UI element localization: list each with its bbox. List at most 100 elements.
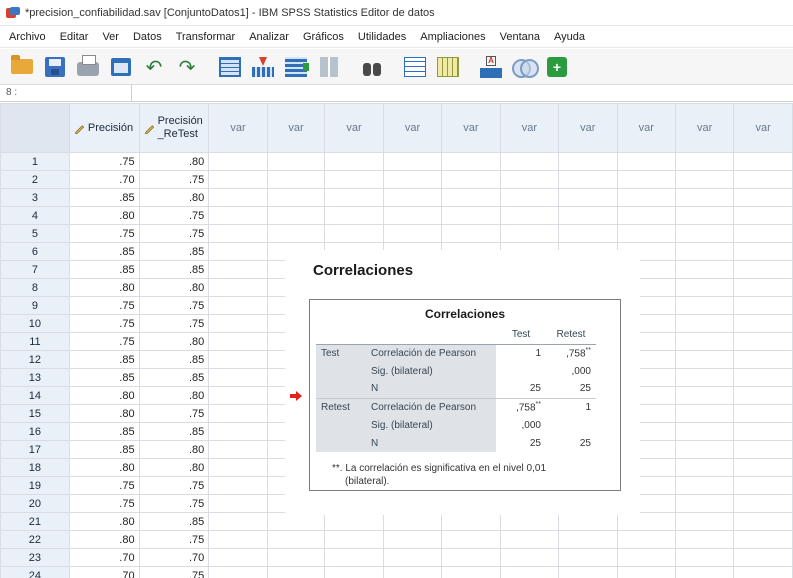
cell-empty[interactable]: [674, 260, 735, 279]
cell-precision[interactable]: .75: [68, 224, 140, 243]
cell-empty[interactable]: [324, 548, 384, 567]
cell-empty[interactable]: [441, 512, 501, 531]
cell-empty[interactable]: [733, 476, 793, 495]
cell-precision-retest[interactable]: .85: [138, 512, 210, 531]
cell-empty[interactable]: [674, 386, 735, 405]
cell-empty[interactable]: [674, 332, 735, 351]
cell-empty[interactable]: [674, 296, 735, 315]
row-number[interactable]: 10: [0, 314, 70, 333]
cell-precision-retest[interactable]: .75: [138, 206, 210, 225]
save-button[interactable]: [41, 53, 69, 81]
cell-precision[interactable]: .85: [68, 242, 140, 261]
cell-empty[interactable]: [382, 548, 443, 567]
cell-empty[interactable]: [382, 152, 443, 171]
cell-empty[interactable]: [733, 512, 793, 531]
add-button[interactable]: +: [543, 53, 571, 81]
cell-empty[interactable]: [266, 548, 326, 567]
cell-empty[interactable]: [499, 548, 560, 567]
row-number[interactable]: 3: [0, 188, 70, 207]
cell-empty[interactable]: [616, 224, 676, 243]
cell-empty[interactable]: [674, 350, 735, 369]
goto-case-button[interactable]: [216, 53, 244, 81]
cell-empty[interactable]: [382, 206, 443, 225]
row-number[interactable]: 16: [0, 422, 70, 441]
column-header-var[interactable]: var: [733, 103, 793, 153]
cell-empty[interactable]: [208, 386, 268, 405]
cell-empty[interactable]: [674, 512, 735, 531]
row-number[interactable]: 19: [0, 476, 70, 495]
cell-empty[interactable]: [558, 224, 618, 243]
cell-empty[interactable]: [674, 188, 735, 207]
cell-empty[interactable]: [382, 566, 443, 578]
cell-empty[interactable]: [208, 548, 268, 567]
cell-precision[interactable]: .85: [68, 350, 140, 369]
cell-empty[interactable]: [208, 224, 268, 243]
cell-empty[interactable]: [558, 530, 618, 549]
cell-precision-retest[interactable]: .75: [138, 314, 210, 333]
column-header-precision[interactable]: Precisión: [68, 103, 140, 153]
cell-precision-retest[interactable]: .80: [138, 332, 210, 351]
cell-empty[interactable]: [674, 242, 735, 261]
column-header-var[interactable]: var: [208, 103, 268, 153]
cell-empty[interactable]: [674, 494, 735, 513]
cell-empty[interactable]: [674, 278, 735, 297]
cell-empty[interactable]: [616, 206, 676, 225]
column-header-var[interactable]: var: [499, 103, 560, 153]
cell-empty[interactable]: [733, 332, 793, 351]
cell-empty[interactable]: [674, 476, 735, 495]
row-number[interactable]: 15: [0, 404, 70, 423]
cell-empty[interactable]: [208, 170, 268, 189]
grid-button[interactable]: [434, 53, 462, 81]
row-number[interactable]: 24: [0, 566, 70, 578]
cell-empty[interactable]: [674, 368, 735, 387]
cell-empty[interactable]: [208, 260, 268, 279]
cell-empty[interactable]: [733, 404, 793, 423]
cell-empty[interactable]: [324, 530, 384, 549]
cell-empty[interactable]: [733, 278, 793, 297]
cell-empty[interactable]: [733, 152, 793, 171]
cell-precision[interactable]: .80: [68, 206, 140, 225]
cell-empty[interactable]: [733, 548, 793, 567]
value-labels-button[interactable]: A: [477, 53, 505, 81]
row-number[interactable]: 17: [0, 440, 70, 459]
cell-empty[interactable]: [208, 368, 268, 387]
cell-empty[interactable]: [208, 278, 268, 297]
cell-precision[interactable]: .85: [68, 368, 140, 387]
cell-empty[interactable]: [441, 224, 501, 243]
use-sets-button[interactable]: [510, 53, 539, 81]
cell-empty[interactable]: [266, 206, 326, 225]
cell-precision-retest[interactable]: .75: [138, 494, 210, 513]
cell-precision-retest[interactable]: .80: [138, 440, 210, 459]
cell-precision-retest[interactable]: .75: [138, 476, 210, 495]
cell-precision[interactable]: .80: [68, 278, 140, 297]
row-number[interactable]: 13: [0, 368, 70, 387]
cell-empty[interactable]: [441, 188, 501, 207]
cell-empty[interactable]: [674, 566, 735, 578]
column-header-var[interactable]: var: [441, 103, 501, 153]
cell-empty[interactable]: [266, 224, 326, 243]
menu-ayuda[interactable]: Ayuda: [547, 26, 592, 48]
menu-ampliaciones[interactable]: Ampliaciones: [413, 26, 492, 48]
cell-empty[interactable]: [441, 170, 501, 189]
cell-empty[interactable]: [208, 332, 268, 351]
cell-empty[interactable]: [208, 566, 268, 578]
row-number[interactable]: 6: [0, 242, 70, 261]
cell-precision-retest[interactable]: .80: [138, 278, 210, 297]
cell-precision[interactable]: .80: [68, 530, 140, 549]
cell-empty[interactable]: [616, 530, 676, 549]
insert-variable-button[interactable]: [282, 53, 310, 81]
row-number[interactable]: 8: [0, 278, 70, 297]
cell-empty[interactable]: [558, 206, 618, 225]
cell-empty[interactable]: [382, 170, 443, 189]
cell-empty[interactable]: [382, 530, 443, 549]
cell-empty[interactable]: [616, 566, 676, 578]
cell-precision-retest[interactable]: .75: [138, 296, 210, 315]
column-header-var[interactable]: var: [674, 103, 735, 153]
cell-precision-retest[interactable]: .75: [138, 224, 210, 243]
column-header-var[interactable]: var: [382, 103, 443, 153]
grid-corner[interactable]: [0, 103, 70, 153]
cell-empty[interactable]: [441, 206, 501, 225]
cell-precision[interactable]: .70: [68, 566, 140, 578]
cell-empty[interactable]: [208, 314, 268, 333]
cell-empty[interactable]: [441, 548, 501, 567]
